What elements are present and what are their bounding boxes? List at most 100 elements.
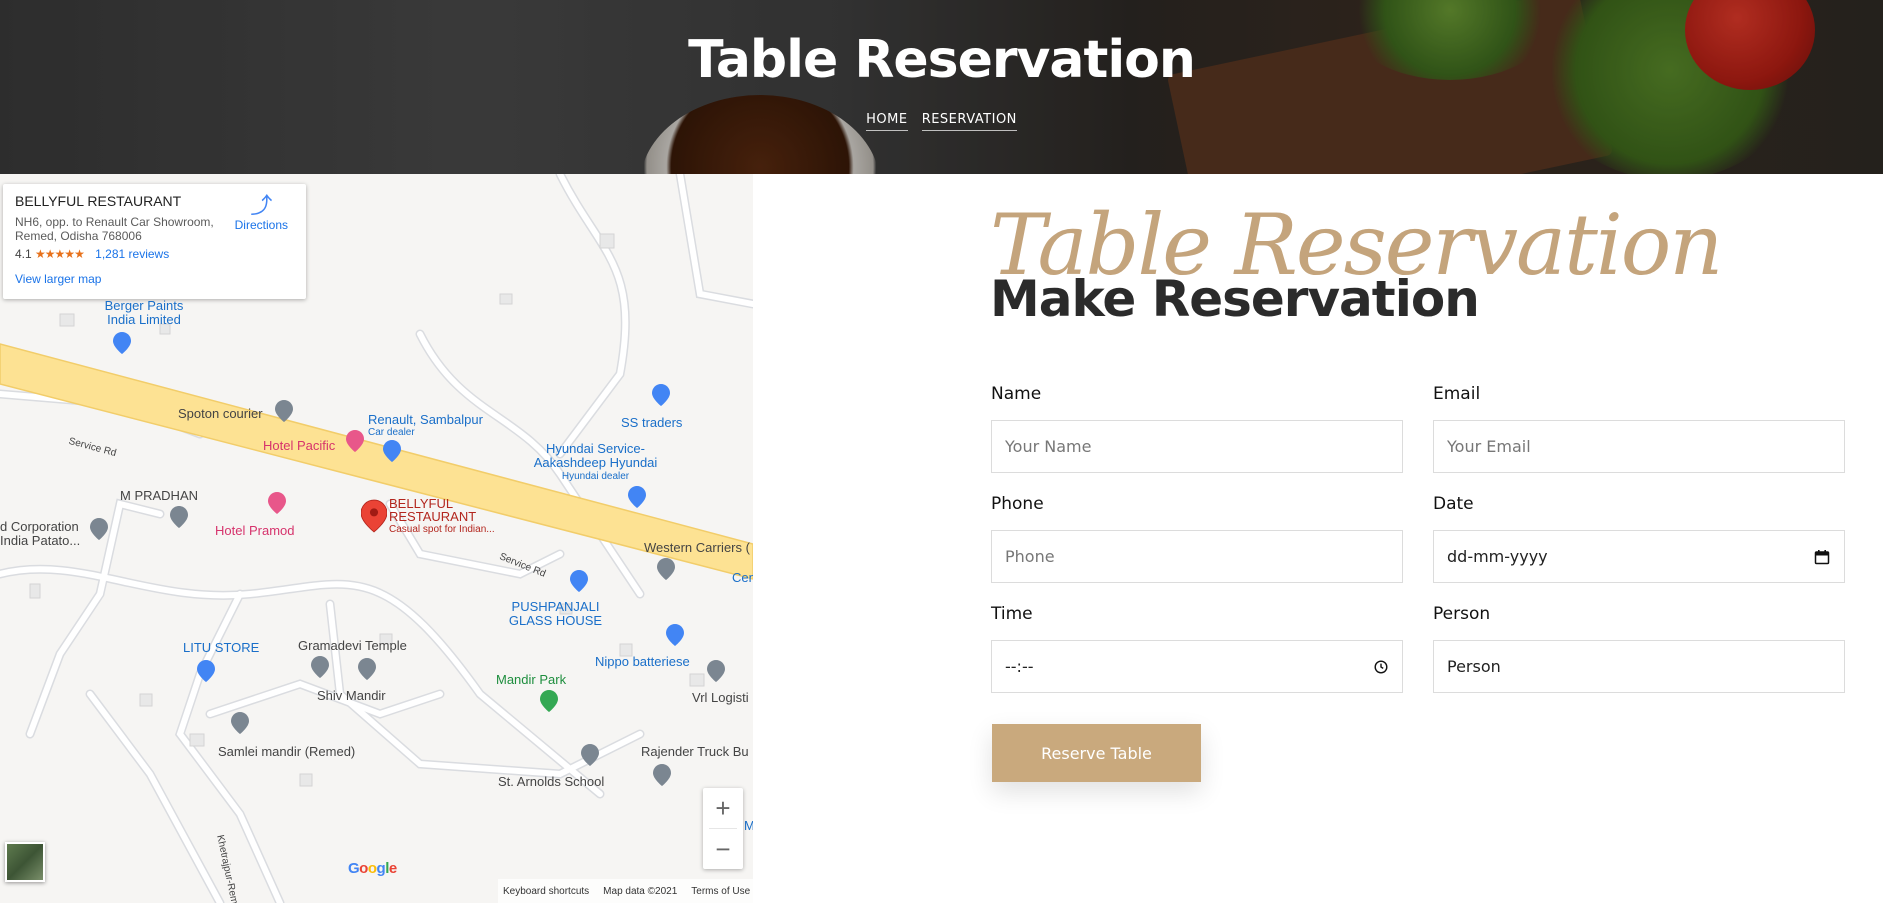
office-pin-icon[interactable] — [90, 518, 108, 540]
poi-shiv-mandir[interactable]: Shiv Mandir — [317, 688, 386, 703]
poi-berger-paints[interactable]: Berger Paints India Limited — [100, 299, 188, 327]
poi-hotel-pacific[interactable]: Hotel Pacific — [263, 438, 335, 453]
poi-rajender-truck[interactable]: Rajender Truck Bu — [641, 744, 749, 759]
date-label: Date — [1433, 494, 1474, 514]
google-logo: Google — [348, 860, 397, 877]
email-input[interactable]: Your Email — [1433, 420, 1845, 473]
temple-pin-icon[interactable] — [231, 712, 249, 734]
breadcrumb: HOME RESERVATION — [0, 112, 1883, 131]
clock-icon[interactable] — [1374, 659, 1388, 674]
google-map[interactable]: Service Rd Service Rd Khetrajpur-Remed R… — [0, 174, 753, 903]
satellite-toggle-button[interactable] — [5, 842, 45, 882]
poi-cen[interactable]: Cen — [732, 570, 753, 585]
hotel-pin-icon[interactable] — [346, 430, 364, 452]
poi-hyundai[interactable]: Hyundai Service-Aakashdeep Hyundai Hyunda… — [528, 442, 663, 484]
poi-bellyful-name: BELLYFUL RESTAURANT — [389, 496, 477, 524]
park-pin-icon[interactable] — [540, 690, 558, 712]
poi-samlei-mandir[interactable]: Samlei mandir (Remed) — [218, 744, 355, 759]
poi-bellyful-restaurant[interactable]: BELLYFUL RESTAURANT Casual spot for India… — [389, 497, 495, 536]
logo-letter: o — [359, 860, 368, 877]
place-pin-icon[interactable] — [707, 660, 725, 682]
shop-pin-icon[interactable] — [570, 570, 588, 592]
temple-pin-icon[interactable] — [311, 656, 329, 678]
poi-mandir-park[interactable]: Mandir Park — [496, 672, 566, 687]
person-value: Person — [1447, 657, 1501, 676]
school-pin-icon[interactable] — [581, 744, 599, 766]
place-info-card: BELLYFUL RESTAURANT NH6, opp. to Renault… — [3, 184, 306, 299]
phone-label: Phone — [991, 494, 1044, 514]
car-dealer-pin-icon[interactable] — [383, 440, 401, 462]
name-input[interactable]: Your Name — [991, 420, 1403, 473]
keyboard-shortcuts-link[interactable]: Keyboard shortcuts — [503, 886, 589, 897]
time-input[interactable]: --:-- — [991, 640, 1403, 693]
logo-letter: o — [367, 860, 377, 877]
breadcrumb-current: RESERVATION — [921, 112, 1017, 131]
poi-renault-type: Car dealer — [368, 427, 415, 438]
shop-pin-icon[interactable] — [113, 332, 131, 354]
map-footer: Keyboard shortcuts Map data ©2021 Terms … — [498, 879, 753, 903]
terms-of-use-link[interactable]: Terms of Use — [691, 886, 750, 897]
logo-letter: G — [348, 860, 360, 877]
poi-edge-label[interactable]: M — [744, 818, 753, 833]
place-rating: 4.1 ★★★★★ 1,281 reviews — [15, 247, 294, 261]
hero-banner: Table Reservation HOME RESERVATION — [0, 0, 1883, 174]
breadcrumb-home-link[interactable]: HOME — [866, 112, 908, 131]
person-label: Person — [1433, 604, 1491, 624]
poi-litu-store[interactable]: LITU STORE — [183, 640, 259, 655]
date-value: dd-mm-yyyy — [1447, 547, 1548, 566]
date-input[interactable]: dd-mm-yyyy — [1433, 530, 1845, 583]
phone-input[interactable]: Phone — [991, 530, 1403, 583]
poi-vrl-logistics[interactable]: Vrl Logisti — [692, 690, 749, 705]
car-dealer-pin-icon[interactable] — [628, 486, 646, 508]
temple-pin-icon[interactable] — [170, 506, 188, 528]
page-title: Table Reservation — [688, 30, 1196, 90]
poi-hyundai-name: Hyundai Service-Aakashdeep Hyundai — [533, 441, 658, 470]
poi-hyundai-type: Hyundai dealer — [561, 471, 630, 482]
poi-hotel-pramod[interactable]: Hotel Pramod — [215, 523, 294, 538]
poi-renault[interactable]: Renault, Sambalpur Car dealer — [368, 412, 483, 438]
person-select[interactable]: Person — [1433, 640, 1845, 693]
poi-western-carriers[interactable]: Western Carriers ( — [644, 540, 750, 555]
poi-gramadevi-temple[interactable]: Gramadevi Temple — [298, 638, 407, 653]
poi-nippo-batteriese[interactable]: Nippo batteriese — [595, 654, 690, 669]
time-label: Time — [991, 604, 1033, 624]
name-placeholder: Your Name — [1005, 437, 1092, 456]
reviews-link[interactable]: 1,281 reviews — [95, 247, 169, 261]
reserve-table-button[interactable]: Reserve Table — [992, 724, 1201, 782]
place-pin-icon[interactable] — [653, 764, 671, 786]
star-rating-icon: ★★★★★ — [35, 247, 85, 261]
poi-pushpanjali[interactable]: PUSHPANJALI GLASS HOUSE — [508, 600, 603, 628]
logo-letter: e — [388, 860, 397, 877]
poi-st-arnolds-school[interactable]: St. Arnolds School — [498, 774, 604, 789]
logo-letter: g — [376, 860, 386, 877]
directions-icon: ⤴ — [250, 193, 273, 218]
shop-pin-icon[interactable] — [666, 624, 684, 646]
directions-button[interactable]: ⤴ Directions — [234, 193, 288, 233]
poi-spoton-courier[interactable]: Spoton courier — [178, 406, 263, 421]
poi-corporation[interactable]: d Corporation India Patato... — [0, 520, 90, 548]
rating-value: 4.1 — [15, 247, 32, 261]
map-data-attribution: Map data ©2021 — [603, 885, 678, 897]
view-larger-map-link[interactable]: View larger map — [15, 272, 294, 286]
calendar-icon[interactable] — [1814, 549, 1830, 565]
directions-label: Directions — [234, 218, 288, 232]
shop-pin-icon[interactable] — [652, 384, 670, 406]
name-label: Name — [991, 384, 1042, 404]
email-placeholder: Your Email — [1447, 437, 1531, 456]
hotel-pin-icon[interactable] — [268, 492, 286, 514]
poi-m-pradhan[interactable]: M PRADHAN — [120, 488, 198, 503]
temple-pin-icon[interactable] — [358, 658, 376, 680]
poi-ss-traders[interactable]: SS traders — [621, 415, 682, 430]
zoom-controls: + − — [703, 788, 743, 869]
zoom-in-button[interactable]: + — [703, 788, 743, 828]
form-heading: Make Reservation — [990, 270, 1480, 328]
zoom-out-button[interactable]: − — [703, 829, 743, 869]
poi-bellyful-desc: Casual spot for Indian... — [389, 524, 495, 535]
time-value: --:-- — [1005, 657, 1034, 676]
place-address: NH6, opp. to Renault Car Showroom, Remed… — [15, 215, 214, 243]
restaurant-marker-icon[interactable] — [361, 498, 387, 534]
email-label: Email — [1433, 384, 1481, 404]
place-pin-icon[interactable] — [275, 400, 293, 422]
shop-pin-icon[interactable] — [197, 660, 215, 682]
place-pin-icon[interactable] — [657, 558, 675, 580]
